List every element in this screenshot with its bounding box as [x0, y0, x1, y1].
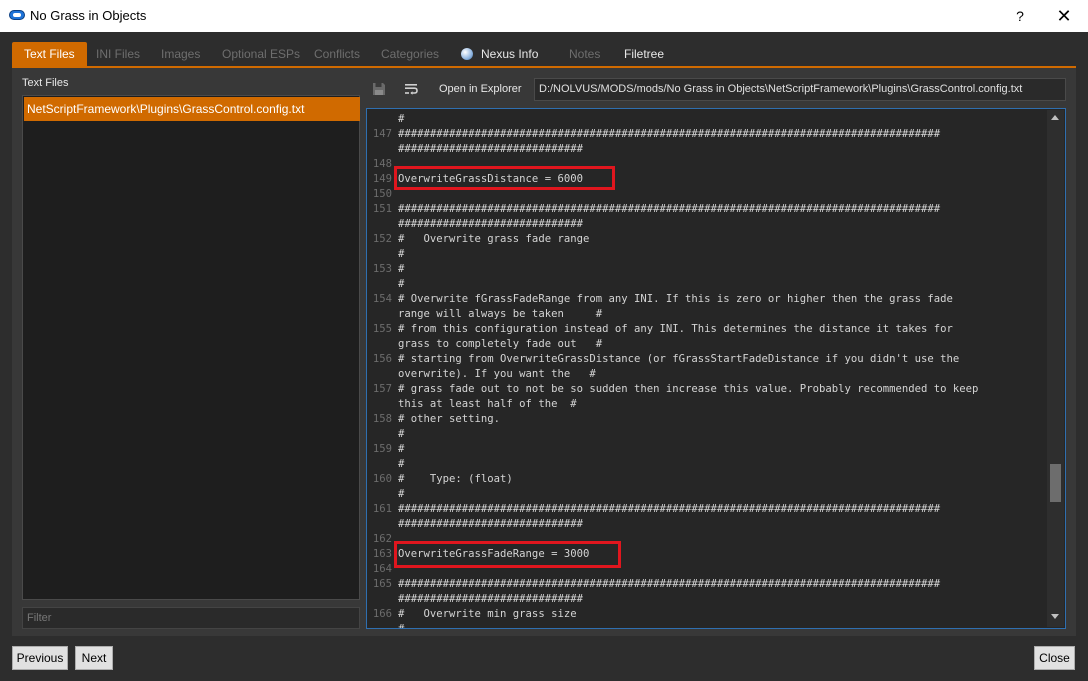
text-editor[interactable]: #147 ####################################…	[366, 108, 1066, 629]
tab-ini-files[interactable]: INI Files	[96, 42, 140, 66]
line-number: 148	[372, 158, 392, 170]
line-text: #############################	[398, 593, 583, 605]
previous-button[interactable]: Previous	[12, 646, 68, 670]
line-text: # Overwrite min grass size	[398, 608, 577, 620]
line-text: #	[398, 278, 405, 290]
tab-optional-esps[interactable]: Optional ESPs	[222, 42, 300, 66]
line-number: 162	[372, 533, 392, 545]
open-in-explorer-button[interactable]: Open in Explorer	[439, 83, 522, 95]
line-text: #############################	[398, 143, 583, 155]
line-text: # Type: (float)	[398, 473, 513, 485]
line-text: #	[398, 263, 405, 275]
line-number: 158	[372, 413, 392, 425]
line-number: 154	[372, 293, 392, 305]
line-number: 163	[372, 548, 392, 560]
line-text: ########################################…	[398, 128, 941, 140]
editor-scrollbar[interactable]	[1047, 110, 1064, 627]
line-text: #	[398, 458, 405, 470]
text-files-label: Text Files	[22, 77, 69, 89]
line-text: ########################################…	[398, 503, 941, 515]
line-text: #	[398, 443, 405, 455]
line-number: 161	[372, 503, 392, 515]
line-number: 164	[372, 563, 392, 575]
line-text: # from this configuration instead of any…	[398, 323, 953, 335]
line-text: grass to completely fade out #	[398, 338, 603, 350]
line-number: 151	[372, 203, 392, 215]
line-number: 166	[372, 608, 392, 620]
scroll-up-arrow-icon[interactable]	[1051, 115, 1059, 120]
line-text: #	[398, 248, 405, 260]
line-text: #	[398, 113, 405, 125]
line-text: ########################################…	[398, 203, 941, 215]
line-text: ########################################…	[398, 578, 941, 590]
scrollbar-thumb[interactable]	[1050, 464, 1061, 502]
tab-categories[interactable]: Categories	[381, 42, 439, 66]
line-text: #############################	[398, 518, 583, 530]
line-text: #	[398, 428, 405, 440]
line-number: 149	[372, 173, 392, 185]
next-button[interactable]: Next	[75, 646, 113, 670]
window-title: No Grass in Objects	[30, 8, 147, 23]
app-icon	[9, 10, 25, 20]
text-file-list[interactable]: NetScriptFramework\Plugins\GrassControl.…	[22, 95, 360, 600]
file-list-item[interactable]: NetScriptFramework\Plugins\GrassControl.…	[24, 97, 360, 121]
file-path-field[interactable]: D:/NOLVUS/MODS/mods/No Grass in Objects\…	[534, 78, 1066, 101]
window-close-button[interactable]: ✕	[1052, 6, 1076, 26]
close-button[interactable]: Close	[1034, 646, 1075, 670]
tab-text-files[interactable]: Text Files	[12, 42, 87, 66]
line-text: # grass fade out to not be so sudden the…	[398, 383, 979, 395]
line-text: this at least half of the #	[398, 398, 577, 410]
line-text: #	[398, 623, 405, 629]
line-text: #	[398, 488, 405, 500]
scroll-down-arrow-icon[interactable]	[1051, 614, 1059, 619]
line-text: overwrite). If you want the #	[398, 368, 596, 380]
tab-nexus-info-label: Nexus Info	[481, 47, 539, 61]
line-number: 156	[372, 353, 392, 365]
line-number: 165	[372, 578, 392, 590]
line-text: # Overwrite grass fade range	[398, 233, 590, 245]
line-number: 157	[372, 383, 392, 395]
tab-notes[interactable]: Notes	[569, 42, 600, 66]
globe-icon	[461, 48, 473, 60]
line-number: 152	[372, 233, 392, 245]
line-number: 147	[372, 128, 392, 140]
line-number: 160	[372, 473, 392, 485]
line-number: 155	[372, 323, 392, 335]
tab-nexus-info[interactable]: Nexus Info	[461, 42, 538, 66]
help-button[interactable]: ?	[1008, 6, 1032, 26]
word-wrap-icon[interactable]	[403, 81, 419, 97]
line-number: 153	[372, 263, 392, 275]
floppy-disk-icon[interactable]	[371, 81, 387, 97]
title-bar: No Grass in Objects ? ✕	[0, 0, 1088, 32]
tab-filetree[interactable]: Filetree	[624, 42, 664, 66]
line-number: 159	[372, 443, 392, 455]
highlight-box-grass-distance	[394, 166, 615, 190]
tab-images[interactable]: Images	[161, 42, 200, 66]
line-text: # Overwrite fGrassFadeRange from any INI…	[398, 293, 953, 305]
filter-input[interactable]: Filter	[22, 607, 360, 629]
line-text: #############################	[398, 218, 583, 230]
line-number: 150	[372, 188, 392, 200]
line-text: range will always be taken #	[398, 308, 603, 320]
highlight-box-grass-fade-range	[394, 541, 621, 568]
tab-conflicts[interactable]: Conflicts	[314, 42, 360, 66]
line-text: # other setting.	[398, 413, 501, 425]
line-text: # starting from OverwriteGrassDistance (…	[398, 353, 960, 365]
